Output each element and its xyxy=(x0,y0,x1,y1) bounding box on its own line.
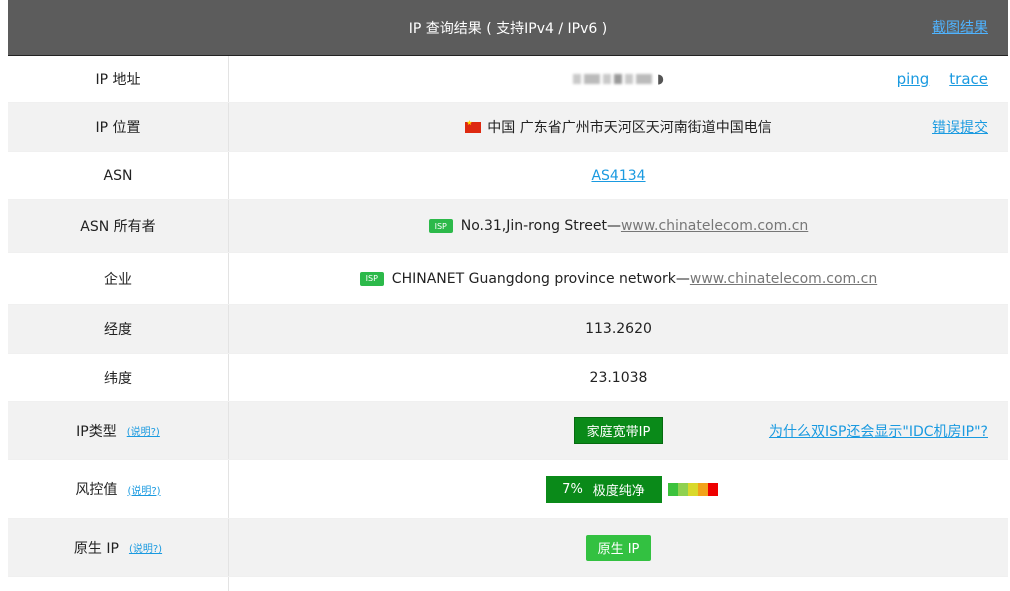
row-label-cell: 风控值 (说明?) xyxy=(8,460,229,518)
risk-indicator: 7% 极度纯净 xyxy=(545,475,718,503)
risk-score-tag: 7% 极度纯净 xyxy=(545,475,662,503)
row-label-cell: 原生 IP (说明?) xyxy=(8,519,229,576)
table-row-longitude: 经度 113.2620 xyxy=(8,305,1008,354)
table-row-latitude: 纬度 23.1038 xyxy=(8,354,1008,402)
toggle-visibility-icon[interactable]: ◗ xyxy=(657,72,664,87)
row-label-cell: IP类型 (说明?) xyxy=(8,402,229,459)
result-header: IP 查询结果 ( 支持IPv4 / IPv6 ) 截图结果 xyxy=(8,0,1008,56)
row-value: 原生 IP xyxy=(229,519,1008,576)
row-label: 纬度 xyxy=(8,354,229,401)
table-row-asn: ASN AS4134 xyxy=(8,152,1008,200)
row-label: IP类型 xyxy=(76,423,117,440)
row-label xyxy=(8,577,229,591)
row-label: 原生 IP xyxy=(73,540,119,557)
native-ip-help-link[interactable]: (说明?) xyxy=(129,540,162,555)
ip-type-help-link[interactable]: (说明?) xyxy=(127,423,160,438)
asn-owner-text: No.31,Jin-rong Street— xyxy=(460,218,621,234)
row-label: 风控值 xyxy=(75,482,118,498)
risk-level: 极度纯净 xyxy=(592,483,645,499)
row-label: 经度 xyxy=(8,305,229,353)
risk-scale-segment xyxy=(667,482,678,496)
risk-percent: 7% xyxy=(562,481,583,497)
row-value: 家庭宽带IP 为什么双ISP还会显示"IDC机房IP"? xyxy=(229,402,1008,459)
isp-badge: ISP xyxy=(359,271,384,286)
row-value: ISP No.31,Jin-rong Street— www.chinatele… xyxy=(229,200,1008,252)
row-label: IP 位置 xyxy=(8,103,229,151)
table-row-risk-score: 风控值 (说明?) 7% 极度纯净 xyxy=(8,460,1008,519)
organization-website-link[interactable]: www.chinatelecom.com.cn xyxy=(690,271,877,287)
ip-actions: ping trace xyxy=(897,70,988,88)
risk-scale-bar xyxy=(667,482,718,496)
report-error-link[interactable]: 错误提交 xyxy=(932,117,988,137)
location-text: 中国 广东省广州市天河区天河南街道中国电信 xyxy=(487,120,772,136)
row-label: 企业 xyxy=(8,253,229,304)
table-row-asn-owner: ASN 所有者 ISP No.31,Jin-rong Street— www.c… xyxy=(8,200,1008,253)
organization-text: CHINANET Guangdong province network— xyxy=(391,270,690,287)
row-value: ISP CHINANET Guangdong province network—… xyxy=(229,253,1008,304)
risk-scale-segment xyxy=(687,482,698,496)
ip-type-tag: 家庭宽带IP xyxy=(573,417,664,444)
risk-scale-segment xyxy=(677,482,688,496)
latitude-value: 23.1038 xyxy=(589,369,648,386)
row-value: ◗ ping trace xyxy=(229,56,1008,102)
screenshot-result-link[interactable]: 截图结果 xyxy=(932,17,988,37)
native-ip-tag: 原生 IP xyxy=(585,534,652,561)
risk-help-link[interactable]: (说明?) xyxy=(127,482,160,497)
china-flag-icon xyxy=(465,119,482,133)
row-value xyxy=(229,577,1008,591)
table-row-partial xyxy=(8,577,1008,591)
table-row-organization: 企业 ISP CHINANET Guangdong province netwo… xyxy=(8,253,1008,305)
table-row-native-ip: 原生 IP (说明?) 原生 IP xyxy=(8,519,1008,577)
risk-scale-segment xyxy=(707,482,718,496)
ping-link[interactable]: ping xyxy=(897,70,930,88)
masked-ip-address: ◗ xyxy=(573,72,664,87)
table-row-ip-location: IP 位置 中国 广东省广州市天河区天河南街道中国电信 错误提交 xyxy=(8,103,1008,152)
row-label: ASN 所有者 xyxy=(8,200,229,252)
row-value: 7% 极度纯净 xyxy=(229,460,1008,518)
row-label: ASN xyxy=(8,152,229,199)
table-row-ip-type: IP类型 (说明?) 家庭宽带IP 为什么双ISP还会显示"IDC机房IP"? xyxy=(8,402,1008,460)
ip-result-table: IP 地址 ◗ ping trace IP 位置 中国 广东省广州市天河区天河南… xyxy=(8,56,1008,591)
dual-isp-faq-link[interactable]: 为什么双ISP还会显示"IDC机房IP"? xyxy=(769,421,988,441)
trace-link[interactable]: trace xyxy=(949,70,988,88)
page-title: IP 查询结果 ( 支持IPv4 / IPv6 ) xyxy=(408,20,608,37)
isp-badge: ISP xyxy=(428,219,453,233)
asn-owner-website-link[interactable]: www.chinatelecom.com.cn xyxy=(621,218,808,234)
row-value: AS4134 xyxy=(229,152,1008,199)
table-row-ip-address: IP 地址 ◗ ping trace xyxy=(8,56,1008,103)
row-label: IP 地址 xyxy=(8,56,229,102)
risk-scale-segment xyxy=(697,482,708,496)
asn-link[interactable]: AS4134 xyxy=(591,168,645,184)
longitude-value: 113.2620 xyxy=(585,321,652,337)
row-value: 中国 广东省广州市天河区天河南街道中国电信 错误提交 xyxy=(229,103,1008,151)
